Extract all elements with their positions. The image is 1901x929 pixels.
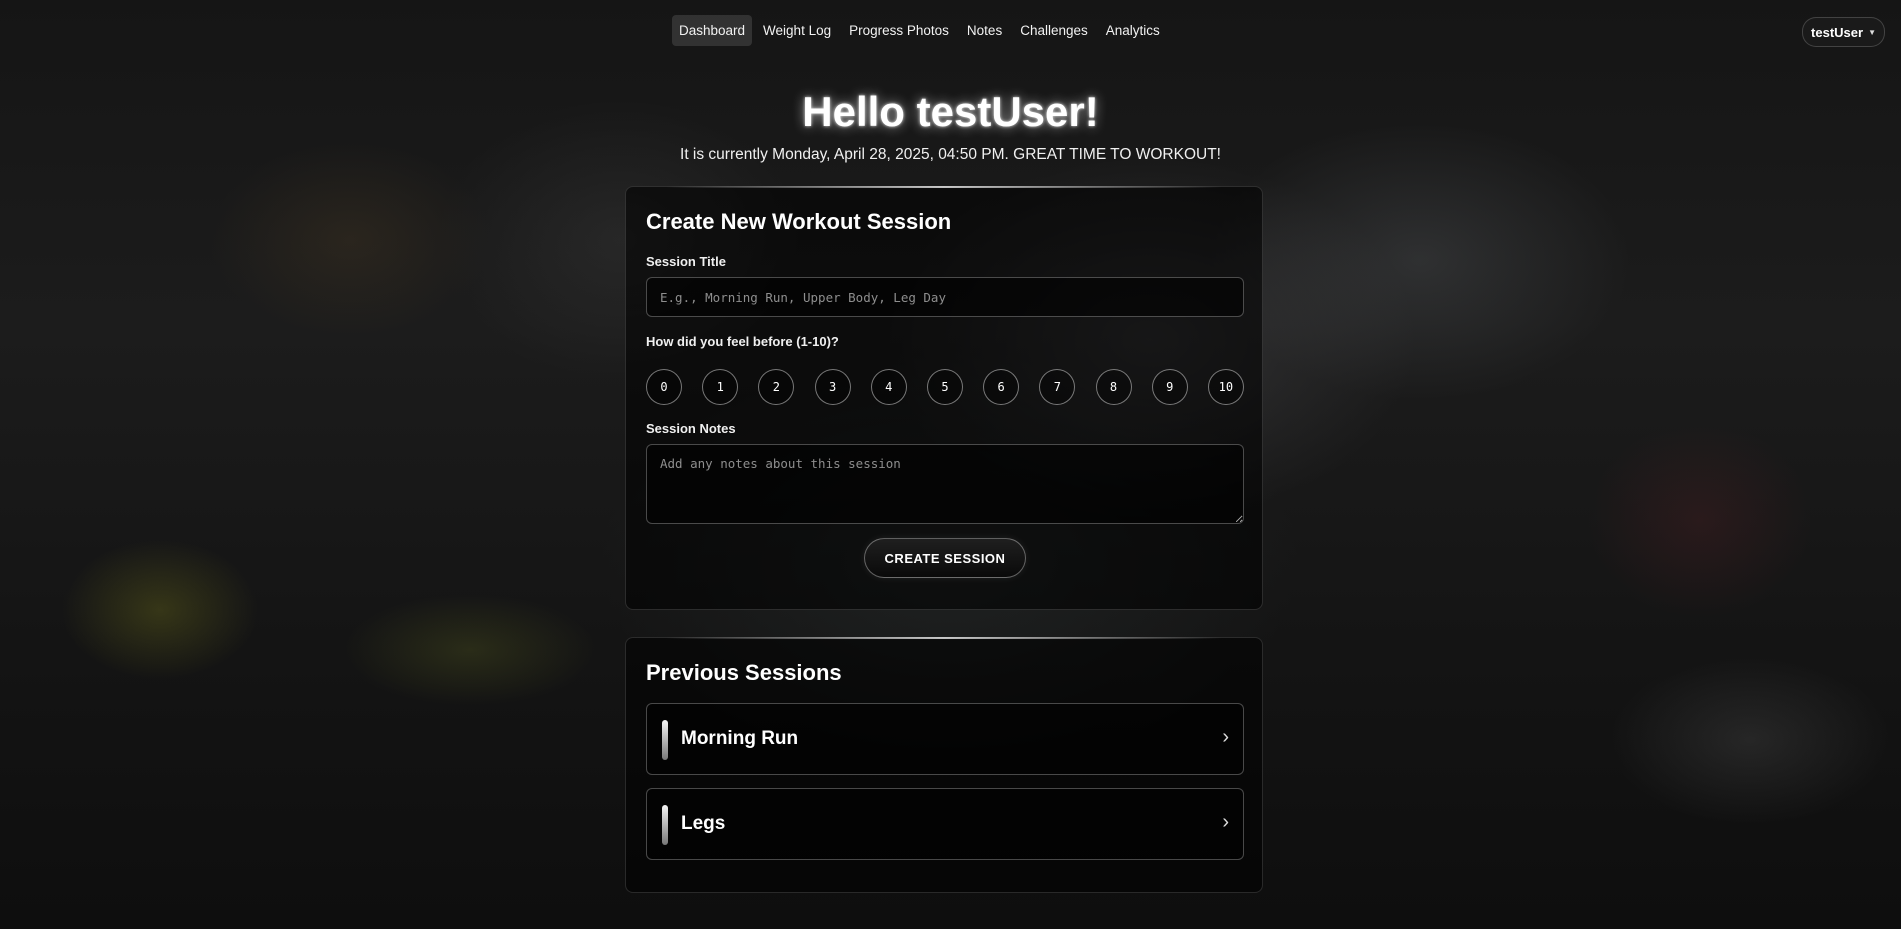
caret-down-icon: ▼: [1868, 27, 1876, 37]
previous-sessions-card: Previous Sessions Morning Run › Legs ›: [625, 637, 1263, 893]
nav-item-progress-photos[interactable]: Progress Photos: [842, 15, 956, 46]
feel-rating-group: 0 1 2 3 4 5 6 7 8 9 10: [646, 369, 1244, 405]
session-title-label: Session Title: [646, 254, 726, 269]
rating-option-5[interactable]: 5: [926, 369, 963, 405]
nav-item-dashboard[interactable]: Dashboard: [672, 15, 753, 46]
rating-option-3[interactable]: 3: [814, 369, 851, 405]
rating-option-8[interactable]: 8: [1095, 369, 1132, 405]
nav-item-challenges[interactable]: Challenges: [1013, 15, 1095, 46]
session-name: Legs: [681, 813, 726, 834]
rating-option-6[interactable]: 6: [983, 369, 1020, 405]
nav-item-analytics[interactable]: Analytics: [1099, 15, 1167, 46]
rating-option-10[interactable]: 10: [1207, 369, 1244, 405]
top-navbar: Dashboard Weight Log Progress Photos Not…: [0, 0, 1901, 62]
user-menu-button[interactable]: testUser ▼: [1802, 17, 1885, 47]
feel-rating-label: How did you feel before (1-10)?: [646, 334, 839, 349]
session-notes-label: Session Notes: [646, 421, 736, 436]
nav-item-weight-log[interactable]: Weight Log: [756, 15, 838, 46]
create-session-title: Create New Workout Session: [646, 209, 952, 234]
rating-option-0[interactable]: 0: [646, 369, 682, 405]
session-name: Morning Run: [681, 728, 799, 749]
rating-option-1[interactable]: 1: [702, 369, 739, 405]
session-accent-bar: [662, 720, 668, 760]
greeting-heading: Hello testUser!: [802, 88, 1099, 135]
rating-option-7[interactable]: 7: [1039, 369, 1076, 405]
chevron-right-icon: ›: [1222, 726, 1229, 748]
user-name: testUser: [1811, 24, 1864, 40]
rating-option-9[interactable]: 9: [1151, 369, 1188, 405]
rating-option-2[interactable]: 2: [758, 369, 795, 405]
current-time-message: It is currently Monday, April 28, 2025, …: [680, 146, 1221, 163]
rating-option-4[interactable]: 4: [870, 369, 907, 405]
session-accent-bar: [662, 805, 668, 845]
chevron-right-icon: ›: [1222, 811, 1229, 833]
session-notes-textarea[interactable]: [646, 444, 1244, 524]
create-session-button[interactable]: CREATE SESSION: [864, 538, 1026, 578]
previous-sessions-title: Previous Sessions: [646, 660, 842, 685]
create-session-card: Create New Workout Session Session Title…: [625, 186, 1263, 610]
session-title-input[interactable]: [646, 277, 1244, 317]
nav-item-notes[interactable]: Notes: [960, 15, 1009, 46]
session-item-legs[interactable]: Legs ›: [646, 788, 1244, 860]
session-item-morning-run[interactable]: Morning Run ›: [646, 703, 1244, 775]
main-nav: Dashboard Weight Log Progress Photos Not…: [672, 15, 1167, 46]
